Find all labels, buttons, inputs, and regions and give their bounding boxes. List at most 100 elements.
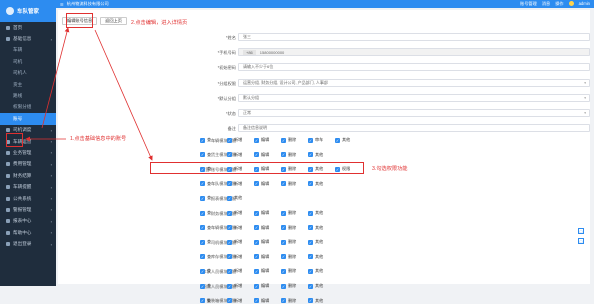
permission-checkbox[interactable]: ✓ 查 [200,152,227,158]
permission-checkbox[interactable]: ✓ 编辑 [254,225,281,231]
sidebar-item-12[interactable]: 费用管理 › [0,159,56,170]
permission-checkbox[interactable]: ✓ 查 [200,181,227,187]
sidebar-item-19[interactable]: 退出登录 › [0,238,56,249]
sidebar-item-1[interactable]: 基础信息 › [0,33,56,44]
form-field-3[interactable]: 运营分组, 财务分组, 设计公司, 产品部门, 人事部 ▾ [238,78,590,87]
form-field-1[interactable]: +86 15800000000 [238,48,590,57]
permission-checkbox[interactable]: ✓ 其他 [308,152,335,158]
username[interactable]: admin [579,1,590,7]
permission-checkbox[interactable]: ✓ 其他 [308,210,335,216]
permission-checkbox[interactable]: ✓ 编辑 [254,283,281,289]
sidebar-item-18[interactable]: 帮助中心 › [0,227,56,238]
topbar-link-account[interactable]: 账号管理 [520,1,537,7]
permission-checkbox[interactable]: ✓ 删除 [281,298,308,304]
sidebar-item-7[interactable]: 权限分组 [0,102,56,113]
checkbox-label: 查 [207,253,212,259]
sidebar-item-11[interactable]: 业务管理 › [0,147,56,158]
checkbox-label: 新增 [234,180,243,186]
permission-checkbox[interactable]: ✓ 编辑 [254,181,281,187]
permission-checkbox[interactable]: ✓ 编辑 [254,298,281,304]
sidebar-item-label: 财务结算 [13,172,32,178]
permission-row: ✓ 查 ✓ 新增 ✓ 编辑 ✓ 删除 ✓ 其他 [200,298,335,304]
permission-checkbox[interactable]: ✓ 新增 [227,254,254,260]
permission-checkbox[interactable]: ✓ 其他 [308,225,335,231]
topbar-link-messages[interactable]: 消息 [542,1,550,7]
permission-checkbox[interactable]: ✓ 其他 [227,195,254,201]
permission-checkbox[interactable]: ✓ 新增 [227,137,254,143]
permission-checkbox[interactable]: ✓ 新增 [227,283,254,289]
permission-checkbox[interactable]: ✓ 其他 [308,239,335,245]
checkbox-checked-icon: ✓ [227,268,232,274]
permission-checkbox[interactable]: ✓ 编辑 [254,254,281,260]
permission-checkbox[interactable]: ✓ 删除 [281,239,308,245]
permission-checkbox[interactable]: ✓ 新增 [227,225,254,231]
permission-checkbox[interactable]: ✓ 审车 [308,137,335,143]
permission-checkbox[interactable]: ✓ 查 [200,225,227,231]
permission-checkbox[interactable]: ✓ 删除 [281,254,308,260]
permission-checkbox[interactable]: ✓ 新增 [227,239,254,245]
checkbox-label: 查 [207,137,212,142]
permission-checkbox[interactable]: ✓ 删除 [281,152,308,158]
permission-checkbox[interactable]: ✓ 查 [200,298,227,304]
permission-checkbox[interactable]: ✓ 查 [200,137,227,143]
permission-checkbox[interactable]: ✓ 其他 [308,283,335,289]
permission-checkbox[interactable]: ✓ 其他 [308,181,335,187]
permission-checkbox[interactable]: ✓ 新增 [227,268,254,274]
permission-checkbox[interactable]: ✓ 其他 [308,254,335,260]
checkbox-checked-icon: ✓ [254,298,259,304]
permission-checkbox[interactable]: ✓ 查 [200,268,227,274]
checkbox-label: 新增 [234,151,243,157]
sidebar-item-0[interactable]: 首页 [0,22,56,33]
brand[interactable]: 车队管家 [0,0,56,22]
permission-checkbox[interactable]: ✓ 删除 [281,283,308,289]
permission-checkbox[interactable]: ✓ 查 [200,239,227,245]
permission-checkbox[interactable]: ✓ 删除 [281,210,308,216]
permission-checkbox[interactable]: ✓ 编辑 [254,210,281,216]
topbar: ☰ 杭州物流科技有限公司 账号管理 消息 操作 admin [56,0,594,8]
permission-checkbox[interactable]: ✓ 查 [200,195,227,201]
permission-checkbox[interactable]: ✓ 其他 [335,137,362,143]
permission-checkbox[interactable]: ✓ 编辑 [254,239,281,245]
menu-toggle-icon[interactable]: ☰ [60,2,64,7]
sidebar-item-4[interactable]: 司机人 [0,68,56,79]
permission-checkbox[interactable]: ✓ 新增 [227,152,254,158]
permission-checkbox[interactable]: ✓ 查 [200,210,227,216]
sidebar-item-3[interactable]: 司机 [0,56,56,67]
back-button[interactable]: 返回上页 [100,17,127,25]
permission-row: ✓ 查 ✓ 新增 ✓ 编辑 ✓ 删除 ✓ 其他 [200,225,335,231]
form-field-2[interactable]: 请输入不少于6位 [238,63,590,72]
sidebar-item-17[interactable]: 报表中心 › [0,216,56,227]
float-button-2[interactable]: □ [578,238,584,244]
permission-checkbox[interactable]: ✓ 删除 [281,137,308,143]
float-button-1[interactable]: □ [578,228,584,234]
permission-checkbox[interactable]: ✓ 查 [200,283,227,289]
permission-checkbox[interactable]: ✓ 其他 [308,298,335,304]
permission-checkbox[interactable]: ✓ 新增 [227,210,254,216]
permission-checkbox[interactable]: ✓ 其他 [308,268,335,274]
sidebar-item-15[interactable]: 公共系统 › [0,193,56,204]
sidebar-item-8[interactable]: 账号 [0,113,56,125]
permission-checkbox[interactable]: ✓ 编辑 [254,152,281,158]
sidebar-item-6[interactable]: 路线 [0,90,56,101]
checkbox-label: 查 [207,297,212,303]
checkbox-label: 删除 [288,137,297,142]
sidebar-item-14[interactable]: 车辆提醒 › [0,181,56,192]
permission-checkbox[interactable]: ✓ 删除 [281,225,308,231]
sidebar-item-5[interactable]: 货主 [0,79,56,90]
permission-checkbox[interactable]: ✓ 编辑 [254,268,281,274]
permission-checkbox[interactable]: ✓ 删除 [281,181,308,187]
permission-checkbox[interactable]: ✓ 新增 [227,298,254,304]
sidebar-item-2[interactable]: 车辆 [0,45,56,56]
sidebar-item-16[interactable]: 警报管理 › [0,204,56,215]
form-field-4[interactable]: 默认分组 ▾ [238,93,590,102]
permission-checkbox[interactable]: ✓ 新增 [227,181,254,187]
permission-checkbox[interactable]: ✓ 编辑 [254,137,281,143]
permission-checkbox[interactable]: ✓ 删除 [281,268,308,274]
form-field-6[interactable]: 备注信息说明 [238,124,590,133]
form-field-5[interactable]: 正常 ▾ [238,109,590,117]
permission-checkbox[interactable]: ✓ 查 [200,254,227,260]
sidebar-item-13[interactable]: 财务结算 › [0,170,56,181]
topbar-link-ops[interactable]: 操作 [555,1,563,7]
avatar[interactable] [568,1,574,6]
form-field-0[interactable]: 张三 [238,33,590,41]
